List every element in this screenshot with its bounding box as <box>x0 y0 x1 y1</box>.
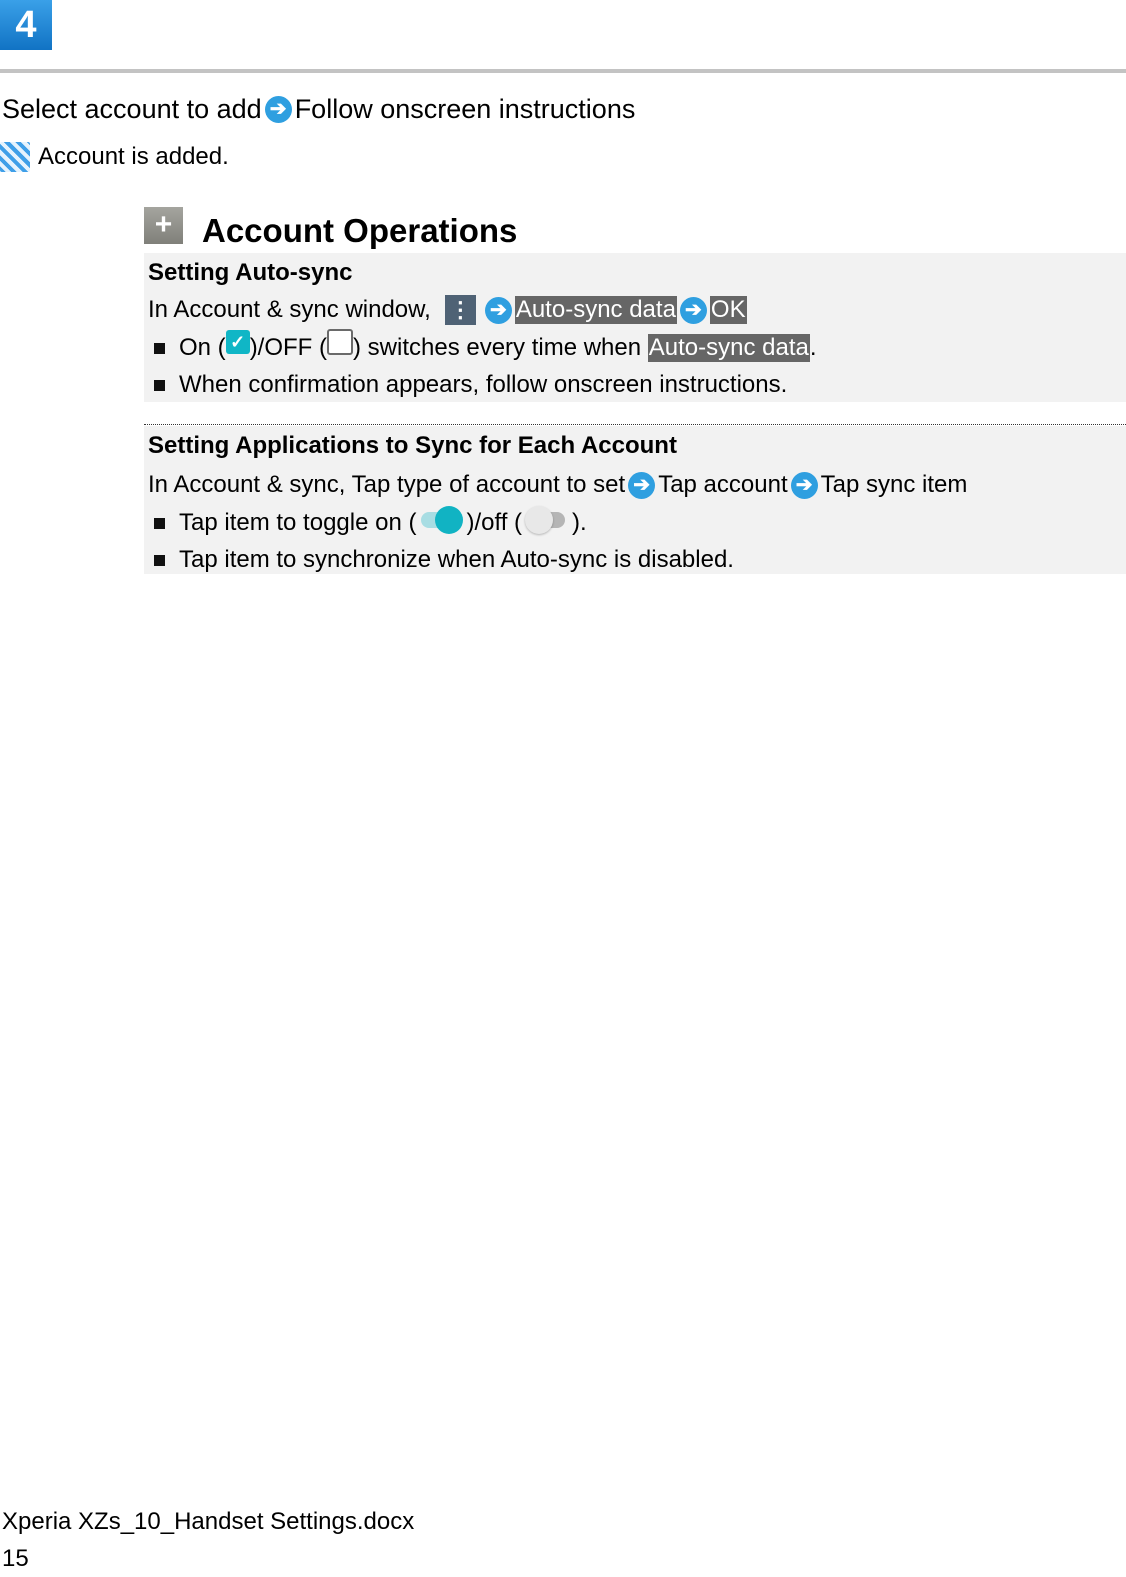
divider <box>0 69 1126 73</box>
plus-icon: + <box>144 207 183 244</box>
arrow-right-circle-icon: ➔ <box>679 296 707 324</box>
auto-sync-prefix: In Account & sync window, <box>148 296 431 323</box>
instruction-part-2: Follow onscreen instructions <box>294 94 636 124</box>
toggle-off-icon <box>523 504 571 534</box>
auto-sync-panel: Setting Auto-sync In Account & sync wind… <box>144 253 1126 402</box>
auto-sync-heading: Setting Auto-sync <box>148 259 353 286</box>
bullet-text: On ( <box>179 334 226 361</box>
bullet-icon <box>154 554 165 566</box>
toggle-on-icon <box>417 504 465 534</box>
checkered-flag-icon <box>0 142 30 172</box>
step-text: Tap sync item <box>820 471 968 498</box>
bullet-text: ). <box>572 509 587 536</box>
checkbox-unchecked-icon <box>327 329 353 355</box>
ok-key: OK <box>709 296 747 324</box>
bullet-text: . <box>809 334 817 361</box>
bullet-text: When confirmation appears, follow onscre… <box>179 371 788 398</box>
arrow-right-circle-icon: ➔ <box>790 471 818 499</box>
app-sync-panel: Setting Applications to Sync for Each Ac… <box>144 426 1126 574</box>
section-title: Account Operations <box>202 212 518 249</box>
bullet-text: )/off ( <box>466 509 523 536</box>
auto-sync-bullet-2: When confirmation appears, follow onscre… <box>144 367 1126 403</box>
footer-filename: Xperia XZs_10_Handset Settings.docx <box>2 1508 415 1535</box>
app-sync-bullet-2: Tap item to synchronize when Auto-sync i… <box>144 542 1126 578</box>
result-text: Account is added. <box>38 143 229 170</box>
checkbox-checked-icon: ✓ <box>225 330 250 354</box>
auto-sync-steps: In Account & sync window, ⋮ ➔ Auto-sync … <box>144 291 1126 329</box>
bullet-icon <box>154 517 165 529</box>
footer-page-number: 15 <box>2 1545 29 1572</box>
instruction-line: Select account to add ➔ Follow onscreen … <box>2 94 635 125</box>
arrow-right-circle-icon: ➔ <box>264 96 292 123</box>
arrow-right-circle-icon: ➔ <box>484 296 512 324</box>
bullet-text: Tap item to synchronize when Auto-sync i… <box>179 546 734 573</box>
step-text: Tap account <box>658 471 788 498</box>
bullet-text: ) switches every time when <box>353 334 648 361</box>
bullet-icon <box>154 379 165 391</box>
app-sync-heading: Setting Applications to Sync for Each Ac… <box>148 432 677 459</box>
arrow-right-circle-icon: ➔ <box>628 471 656 499</box>
app-sync-bullet-1: Tap item to toggle on ( )/off ( ). <box>144 504 1126 542</box>
step-text: In Account & sync, Tap type of account t… <box>148 471 626 498</box>
instruction-part-1: Select account to add <box>2 94 262 124</box>
bullet-text: )/OFF ( <box>249 334 327 361</box>
auto-sync-data-key: Auto-sync data <box>514 296 677 324</box>
step-number-badge: 4 <box>0 0 52 50</box>
app-sync-steps: In Account & sync, Tap type of account t… <box>144 466 1126 504</box>
menu-icon: ⋮ <box>444 295 476 325</box>
result-line: Account is added. <box>0 142 229 172</box>
auto-sync-data-key: Auto-sync data <box>647 334 810 362</box>
auto-sync-bullet-1: On ( ✓ )/OFF ( ) switches every time whe… <box>144 329 1126 367</box>
dotted-separator <box>144 424 1126 425</box>
bullet-icon <box>154 342 165 354</box>
bullet-text: Tap item to toggle on ( <box>179 509 417 536</box>
